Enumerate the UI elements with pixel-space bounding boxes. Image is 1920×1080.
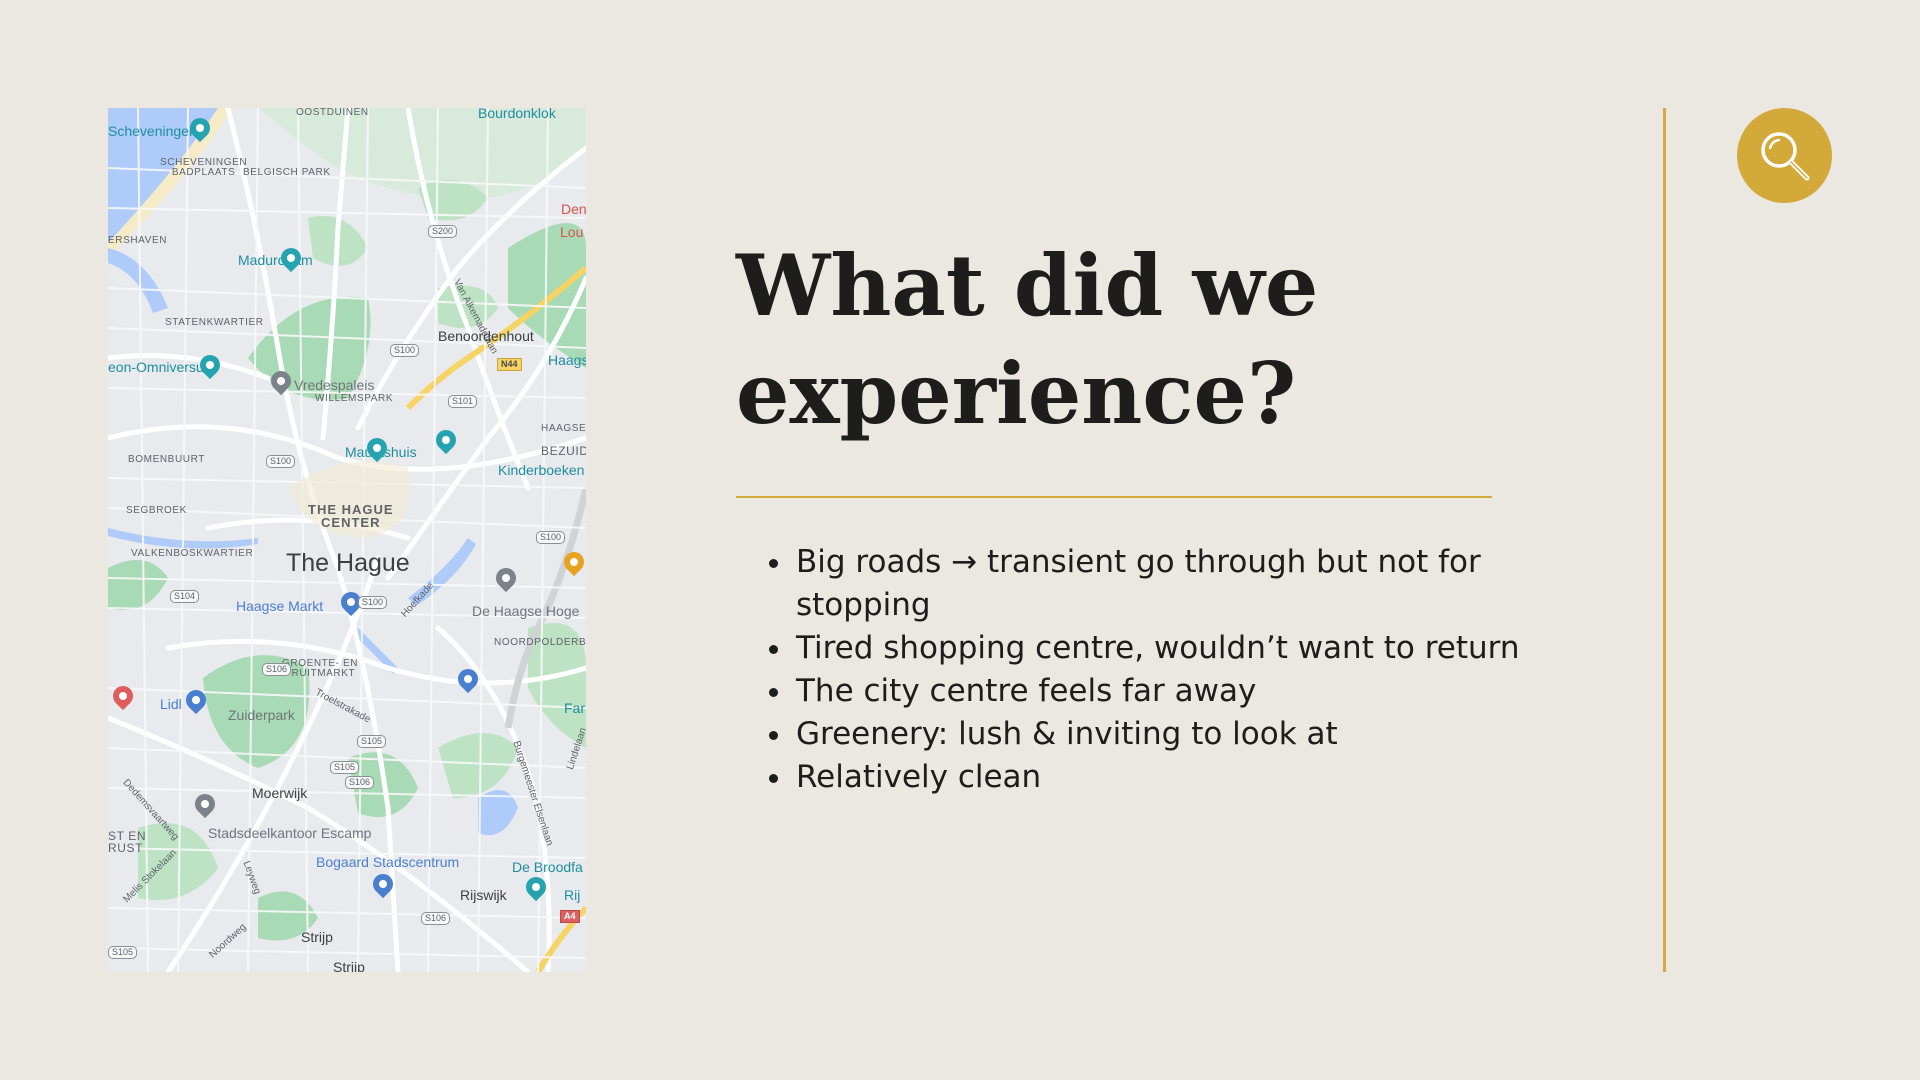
place-rijswijk[interactable]: Rijswijk — [460, 888, 507, 902]
place-far[interactable]: Far — [564, 701, 585, 715]
vertical-accent-line — [1663, 108, 1666, 972]
highway-shield: N44 — [497, 358, 522, 371]
area-label-bezuid: BEZUID — [541, 444, 586, 458]
road-shield: S105 — [108, 946, 138, 959]
road-shield: S100 — [358, 596, 388, 609]
bullet-item: Greenery: lush & inviting to look at — [794, 713, 1534, 756]
slide-title: What did we experience? — [736, 236, 1319, 443]
area-label-oostduinen: OOSTDUINEN — [296, 108, 369, 118]
area-label-scheveningen-badplaats: SCHEVENINGEN BADPLAATS — [160, 157, 248, 178]
road-shield: S104 — [170, 590, 200, 603]
area-label-valkenboskwartier: VALKENBOSKWARTIER — [131, 548, 254, 559]
road-shield: S105 — [357, 735, 387, 748]
place-vredespaleis[interactable]: Vredespaleis — [294, 378, 374, 392]
bullet-item: Big roads → transient go through but not… — [794, 541, 1534, 627]
place-madurodam[interactable]: Madurodam — [238, 253, 313, 267]
road-shield: S200 — [428, 225, 458, 238]
place-de-broodfa[interactable]: De Broodfa — [512, 860, 583, 874]
bullet-item: The city centre feels far away — [794, 670, 1534, 713]
area-label-ershaven: ERSHAVEN — [108, 235, 168, 246]
place-lou[interactable]: Lou — [560, 225, 583, 239]
place-haagse-markt[interactable]: Haagse Markt — [236, 599, 323, 613]
road-shield: S100 — [536, 531, 566, 544]
the-hague-map[interactable]: OOSTDUINEN SCHEVENINGEN BADPLAATS BELGIS… — [108, 108, 586, 972]
place-lidl[interactable]: Lidl — [160, 697, 182, 711]
place-strijp[interactable]: Strijp — [301, 930, 333, 944]
presentation-slide: OOSTDUINEN SCHEVENINGEN BADPLAATS BELGIS… — [0, 0, 1920, 1080]
area-label-willemspark: WILLEMSPARK — [315, 393, 394, 404]
area-label-segbroek: SEGBROEK — [126, 505, 187, 516]
road-shield: S105 — [330, 761, 360, 774]
place-stadsdeelkantoor[interactable]: Stadsdeelkantoor Escamp — [208, 826, 371, 840]
road-shield: S106 — [421, 912, 451, 925]
place-strijp-2[interactable]: Strijp — [333, 960, 365, 972]
area-label-st-en-rust: ST EN RUST — [108, 829, 147, 855]
area-label-haagse: HAAGSE — [541, 423, 586, 434]
place-bourdonkiok[interactable]: Bourdonklok — [478, 108, 556, 120]
search-icon — [1760, 131, 1809, 180]
place-de-haagse-hoge[interactable]: De Haagse Hoge — [472, 604, 579, 618]
search-badge[interactable] — [1737, 108, 1832, 203]
place-kinderboeken[interactable]: Kinderboeken — [498, 463, 584, 477]
city-label: The Hague — [286, 549, 410, 577]
place-scheveningen[interactable]: Scheveningen — [108, 124, 197, 138]
highway-shield: A4 — [560, 910, 580, 923]
area-label-noordpolderbu: NOORDPOLDERBU — [494, 637, 586, 648]
map-base — [108, 108, 586, 972]
bullet-item: Tired shopping centre, wouldn’t want to … — [794, 627, 1534, 670]
area-label-groente-fruitmarkt: GROENTE- EN FRUITMARKT — [282, 658, 359, 679]
road-shield: S106 — [345, 776, 375, 789]
area-label-statenkwartier: STATENKWARTIER — [165, 317, 264, 328]
area-label-center: THE HAGUE CENTER — [308, 502, 394, 530]
bullet-list: Big roads → transient go through but not… — [766, 541, 1534, 799]
road-shield: S101 — [448, 395, 478, 408]
road-shield: S100 — [266, 455, 296, 468]
title-divider — [736, 496, 1492, 498]
place-zuiderpark[interactable]: Zuiderpark — [228, 708, 295, 722]
place-bogaard[interactable]: Bogaard Stadscentrum — [316, 855, 459, 869]
bullet-item: Relatively clean — [794, 756, 1534, 799]
place-moerwijk[interactable]: Moerwijk — [252, 786, 307, 800]
area-label-bomenbuurt: BOMENBUURT — [128, 454, 205, 465]
place-rij[interactable]: Rij — [564, 888, 580, 902]
area-label-belgisch-park: BELGISCH PARK — [243, 167, 331, 178]
road-shield: S100 — [390, 344, 420, 357]
road-shield: S106 — [262, 663, 292, 676]
place-haagse-b[interactable]: Haagse — [548, 353, 586, 367]
place-den[interactable]: Den — [561, 202, 586, 216]
